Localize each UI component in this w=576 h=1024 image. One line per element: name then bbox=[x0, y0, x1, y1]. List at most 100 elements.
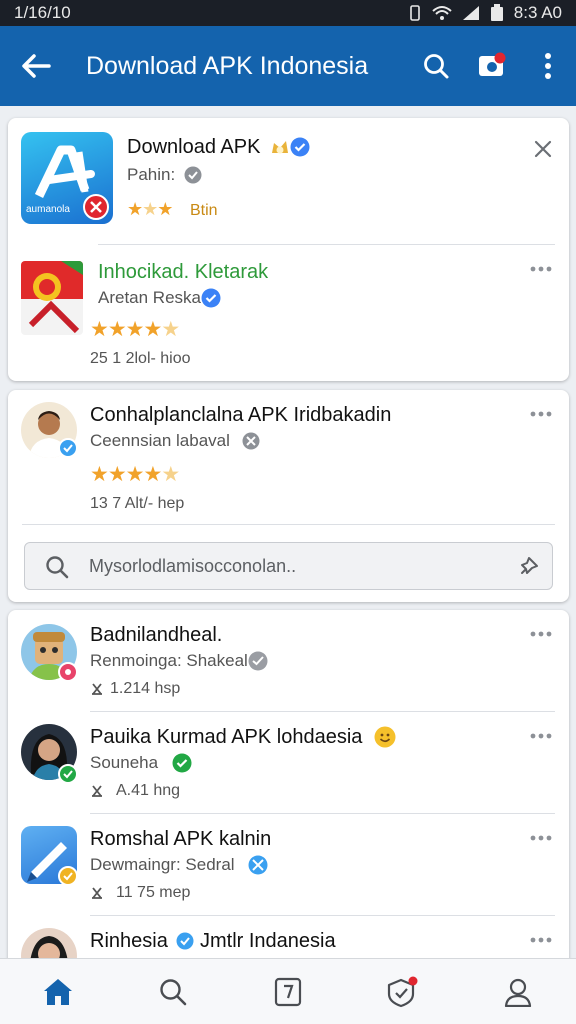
badge-icon bbox=[248, 651, 268, 671]
more-options-button[interactable] bbox=[526, 932, 556, 948]
vibrate-icon bbox=[409, 5, 420, 21]
app-name-suffix: Jmtlr Indanesia bbox=[200, 930, 336, 952]
app-name: Pauika Kurmad APK lohdaesia bbox=[90, 726, 363, 748]
home-icon bbox=[43, 978, 72, 1005]
publisher: Aretan Reska bbox=[98, 288, 201, 307]
overflow-menu-button[interactable] bbox=[520, 26, 576, 106]
nav-updates[interactable] bbox=[373, 962, 433, 1022]
status-time-right: 8:3 A0 bbox=[513, 3, 562, 22]
more-options-button[interactable] bbox=[526, 406, 556, 422]
app-name: Inhocikad. Kletarak bbox=[98, 261, 269, 283]
list-item[interactable]: Romshal APK kalnin Dewmaingr: Sedral 11 … bbox=[8, 814, 569, 915]
search-icon bbox=[46, 556, 69, 579]
publisher: Souneha bbox=[90, 753, 159, 772]
battery-icon bbox=[490, 4, 503, 21]
back-arrow-icon bbox=[22, 54, 51, 78]
more-horiz-icon bbox=[530, 937, 552, 943]
download-count: 25 1 2lol- hioo bbox=[90, 350, 191, 367]
featured-rating-stars: ★★★ bbox=[127, 199, 173, 219]
status-bar: 1/16/10 8:3 A0 bbox=[0, 0, 576, 26]
download-icon bbox=[92, 683, 102, 695]
shield-icon bbox=[388, 976, 418, 1007]
list-item[interactable]: Inhocikad. Kletarak Aretan Reska ★★★★★ 2… bbox=[8, 245, 569, 381]
crown-icon bbox=[272, 141, 288, 154]
app-icon bbox=[21, 261, 83, 335]
signal-icon bbox=[462, 6, 479, 20]
more-options-button[interactable] bbox=[526, 830, 556, 846]
divider bbox=[22, 524, 555, 525]
status-badge-icon bbox=[58, 662, 78, 682]
search-icon bbox=[424, 54, 449, 79]
badge-icon bbox=[83, 194, 109, 220]
download-count: 1.214 hsp bbox=[110, 680, 181, 697]
status-time-left: 1/16/10 bbox=[14, 3, 71, 22]
info-icon bbox=[184, 166, 202, 184]
list-item[interactable]: Pauika Kurmad APK lohdaesia Souneha A.41… bbox=[8, 712, 569, 813]
featured-app-icon: aumanola bbox=[21, 132, 113, 224]
verified-badge-icon bbox=[58, 866, 78, 886]
more-horiz-icon bbox=[530, 411, 552, 417]
app-name: Rinhesia bbox=[90, 930, 168, 952]
badge-icon bbox=[248, 855, 268, 875]
more-options-button[interactable] bbox=[526, 626, 556, 642]
verified-icon bbox=[201, 288, 221, 308]
search-button[interactable] bbox=[408, 26, 464, 106]
apps-icon bbox=[274, 977, 302, 1006]
featured-app-subtitle: Pahin: bbox=[127, 165, 176, 184]
more-horiz-icon bbox=[530, 266, 552, 272]
more-options-button[interactable] bbox=[526, 728, 556, 744]
publisher: Dewmaingr: Sedral bbox=[90, 855, 235, 874]
notification-icon bbox=[479, 52, 506, 76]
app-bar: Download APK Indonesia bbox=[0, 26, 576, 106]
search-input[interactable]: Mysorlodlamisocconolan.. bbox=[24, 542, 553, 590]
info-icon bbox=[242, 432, 260, 450]
close-icon bbox=[534, 140, 552, 158]
download-icon bbox=[92, 887, 102, 899]
wifi-icon bbox=[432, 6, 452, 20]
featured-icon-caption: aumanola bbox=[26, 204, 70, 215]
download-count: A.41 hng bbox=[116, 782, 181, 799]
rating-stars: ★★★★★ bbox=[90, 318, 180, 341]
rating-stars: ★★★★★ bbox=[90, 463, 180, 486]
more-options-button[interactable] bbox=[526, 261, 556, 277]
featured-app-name: Download APK bbox=[127, 136, 261, 158]
featured-card: aumanola Download APK Pahin: ★★★ Btin In… bbox=[8, 118, 569, 381]
emoji-icon bbox=[374, 726, 396, 748]
search-icon bbox=[160, 978, 187, 1005]
pin-icon[interactable] bbox=[517, 556, 539, 578]
verified-icon bbox=[290, 137, 310, 157]
verified-icon bbox=[172, 753, 192, 773]
nav-home[interactable] bbox=[28, 962, 88, 1022]
indonesia-flag-icon bbox=[21, 261, 83, 335]
featured-app-row[interactable]: aumanola Download APK Pahin: ★★★ Btin bbox=[8, 118, 569, 244]
download-icon bbox=[92, 785, 102, 797]
publisher: Renmoinga: Shakeal bbox=[90, 651, 248, 670]
more-vert-icon bbox=[545, 53, 551, 79]
verified-badge-icon bbox=[58, 438, 78, 458]
back-button[interactable] bbox=[0, 26, 72, 106]
app-name: Romshal APK kalnin bbox=[90, 828, 272, 850]
verified-badge-icon bbox=[58, 764, 78, 784]
app-list-card: Badnilandheal. Renmoinga: Shakeal 1.214 … bbox=[8, 610, 569, 970]
more-horiz-icon bbox=[530, 733, 552, 739]
download-count: 11 75 mep bbox=[116, 884, 191, 901]
list-item[interactable]: Badnilandheal. Renmoinga: Shakeal 1.214 … bbox=[8, 610, 569, 711]
more-horiz-icon bbox=[530, 631, 552, 637]
app-name: Conhalplanclalna APK Iridbakadin bbox=[90, 404, 392, 426]
verified-icon bbox=[176, 932, 194, 950]
nav-apps[interactable] bbox=[258, 962, 318, 1022]
nav-profile[interactable] bbox=[488, 962, 548, 1022]
download-count: 13 7 Alt/- hep bbox=[90, 495, 185, 512]
notifications-button[interactable] bbox=[464, 26, 520, 106]
bottom-navigation bbox=[0, 958, 576, 1024]
publisher: Ceennsian labaval bbox=[90, 431, 230, 450]
featured-rating-text: Btin bbox=[190, 202, 218, 219]
search-card: Conhalplanclalna APK Iridbakadin Ceennsi… bbox=[8, 390, 569, 602]
nav-search[interactable] bbox=[143, 962, 203, 1022]
profile-icon bbox=[505, 978, 532, 1007]
app-name: Badnilandheal. bbox=[90, 624, 223, 646]
search-placeholder: Mysorlodlamisocconolan.. bbox=[89, 556, 297, 576]
more-horiz-icon bbox=[530, 835, 552, 841]
list-item[interactable]: Conhalplanclalna APK Iridbakadin Ceennsi… bbox=[8, 390, 569, 524]
close-button[interactable] bbox=[528, 134, 558, 164]
